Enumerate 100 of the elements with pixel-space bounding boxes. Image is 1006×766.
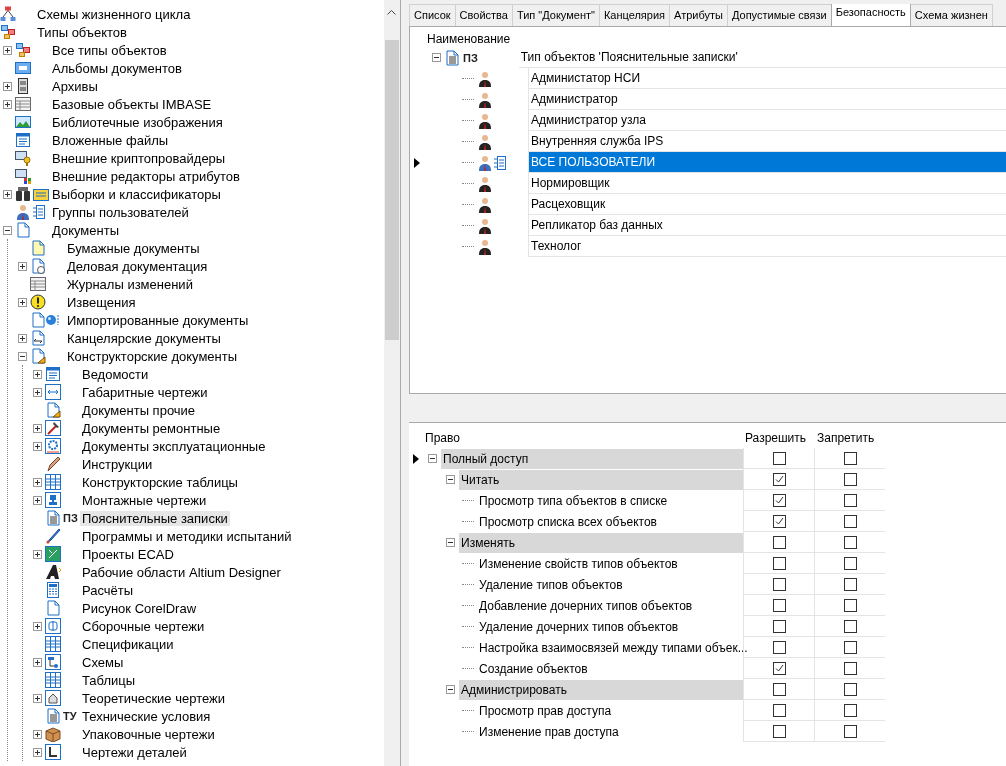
expand-icon[interactable] bbox=[33, 621, 42, 631]
tree-item[interactable]: Упаковочные чертежи bbox=[80, 726, 217, 742]
checkbox[interactable] bbox=[772, 703, 786, 717]
expand-icon[interactable] bbox=[33, 477, 42, 487]
expand-icon[interactable] bbox=[18, 333, 27, 343]
checkbox[interactable] bbox=[772, 661, 786, 675]
collapse-icon[interactable] bbox=[427, 454, 437, 463]
checkbox[interactable] bbox=[772, 451, 786, 465]
collapse-icon[interactable] bbox=[445, 475, 455, 484]
checkbox[interactable] bbox=[772, 598, 786, 612]
checkbox[interactable] bbox=[843, 661, 857, 675]
tree-item[interactable]: Ведомости bbox=[80, 366, 151, 382]
tree-item[interactable]: Схемы bbox=[80, 654, 126, 670]
scrollbar[interactable] bbox=[384, 0, 401, 766]
checkbox[interactable] bbox=[772, 535, 786, 549]
checkbox[interactable] bbox=[772, 619, 786, 633]
checkbox[interactable] bbox=[772, 682, 786, 696]
checkbox[interactable] bbox=[843, 493, 857, 507]
expand-icon[interactable] bbox=[3, 45, 12, 55]
table-cell[interactable]: Нормировщик bbox=[528, 173, 1006, 194]
tree-item[interactable]: Монтажные чертежи bbox=[80, 492, 209, 508]
tree-item[interactable]: Таблицы bbox=[80, 672, 138, 688]
collapse-icon[interactable] bbox=[18, 351, 27, 361]
table-cell[interactable]: Технолог bbox=[528, 236, 1006, 257]
expand-icon[interactable] bbox=[3, 189, 12, 199]
expand-icon[interactable] bbox=[33, 495, 42, 505]
expand-icon[interactable] bbox=[3, 81, 12, 91]
tree-item[interactable]: Внешние редакторы атрибутов bbox=[50, 168, 242, 184]
tab[interactable]: Схема жизнен bbox=[909, 4, 993, 26]
tree-item[interactable]: Проекты ECAD bbox=[80, 546, 176, 562]
expand-icon[interactable] bbox=[18, 297, 27, 307]
tree-item[interactable]: Внешние криптопровайдеры bbox=[50, 150, 228, 166]
tree-item[interactable]: Группы пользователей bbox=[50, 204, 191, 220]
checkbox[interactable] bbox=[843, 619, 857, 633]
expand-icon[interactable] bbox=[33, 693, 42, 703]
tree-item[interactable]: Бумажные документы bbox=[65, 240, 202, 256]
tree-item[interactable]: Конструкторские документы bbox=[65, 348, 240, 364]
expand-icon[interactable] bbox=[33, 441, 42, 451]
expand-icon[interactable] bbox=[33, 747, 42, 757]
tree-item[interactable]: Вложенные файлы bbox=[50, 132, 171, 148]
tree-item[interactable]: Все типы объектов bbox=[50, 42, 169, 58]
checkbox[interactable] bbox=[843, 451, 857, 465]
checkbox[interactable] bbox=[772, 724, 786, 738]
table-cell[interactable]: Администратор узла bbox=[528, 110, 1006, 131]
table-cell[interactable]: Администратор bbox=[528, 89, 1006, 110]
expand-icon[interactable] bbox=[33, 369, 42, 379]
tree-item[interactable]: Теоретические чертежи bbox=[80, 690, 227, 706]
tree-item[interactable]: Технические условия bbox=[80, 708, 213, 724]
tree-item[interactable]: Программы и методики испытаний bbox=[80, 528, 294, 544]
tree-item[interactable]: Документы эксплуатационные bbox=[80, 438, 268, 454]
scroll-up-icon[interactable] bbox=[387, 9, 396, 15]
collapse-icon[interactable] bbox=[432, 53, 441, 62]
expand-icon[interactable] bbox=[33, 423, 42, 433]
expand-icon[interactable] bbox=[3, 99, 12, 109]
tree-item[interactable]: Конструкторские таблицы bbox=[80, 474, 240, 490]
tree-item[interactable]: Типы объектов bbox=[35, 24, 129, 40]
expand-icon[interactable] bbox=[33, 729, 42, 739]
checkbox[interactable] bbox=[843, 703, 857, 717]
checkbox[interactable] bbox=[772, 493, 786, 507]
tree-item[interactable]: Документы ремонтные bbox=[80, 420, 223, 436]
tree-item[interactable]: Спецификации bbox=[80, 636, 176, 652]
tree-item[interactable]: Журналы изменений bbox=[65, 276, 195, 292]
tree-item[interactable]: Базовые объекты IMBASE bbox=[50, 96, 214, 112]
tree-item[interactable]: Выборки и классификаторы bbox=[50, 186, 223, 202]
checkbox[interactable] bbox=[843, 535, 857, 549]
tab[interactable]: Безопасность bbox=[830, 4, 911, 26]
checkbox[interactable] bbox=[843, 640, 857, 654]
collapse-icon[interactable] bbox=[445, 538, 455, 547]
expand-icon[interactable] bbox=[33, 657, 42, 667]
tree-item[interactable]: Библиотечные изображения bbox=[50, 114, 225, 130]
checkbox[interactable] bbox=[843, 682, 857, 696]
tab[interactable]: Список bbox=[409, 4, 456, 26]
expand-icon[interactable] bbox=[18, 261, 27, 271]
collapse-icon[interactable] bbox=[3, 225, 12, 235]
tree-item[interactable]: Рисунок CorelDraw bbox=[80, 600, 199, 616]
expand-icon[interactable] bbox=[33, 549, 42, 559]
tree-item[interactable]: Импортированные документы bbox=[65, 312, 251, 328]
tree-item[interactable]: Схемы жизненного цикла bbox=[35, 6, 193, 22]
expand-icon[interactable] bbox=[33, 387, 42, 397]
checkbox[interactable] bbox=[772, 577, 786, 591]
table-cell[interactable]: Расцеховщик bbox=[528, 194, 1006, 215]
tree-item[interactable]: Сборочные чертежи bbox=[80, 618, 207, 634]
tree-item[interactable]: Архивы bbox=[50, 78, 100, 94]
tree-item[interactable]: Пояснительные записки bbox=[80, 510, 230, 526]
table-cell[interactable]: Репликатор баз данных bbox=[528, 215, 1006, 236]
checkbox[interactable] bbox=[772, 472, 786, 486]
collapse-icon[interactable] bbox=[445, 685, 455, 694]
checkbox[interactable] bbox=[772, 514, 786, 528]
tree-item[interactable]: Деловая документация bbox=[65, 258, 210, 274]
tree-item[interactable]: Чертежи деталей bbox=[80, 744, 189, 760]
tree-item[interactable]: Альбомы документов bbox=[50, 60, 184, 76]
tree-item[interactable]: Документы bbox=[50, 222, 121, 238]
checkbox[interactable] bbox=[843, 724, 857, 738]
checkbox[interactable] bbox=[843, 556, 857, 570]
checkbox[interactable] bbox=[772, 640, 786, 654]
tree-item[interactable]: Документы прочие bbox=[80, 402, 198, 418]
tree-item[interactable]: Канцелярские документы bbox=[65, 330, 223, 346]
table-cell[interactable]: Администатор НСИ bbox=[528, 68, 1006, 89]
tree-item[interactable]: Извещения bbox=[65, 294, 138, 310]
tree-item[interactable]: Рабочие области Altium Designer bbox=[80, 564, 283, 580]
